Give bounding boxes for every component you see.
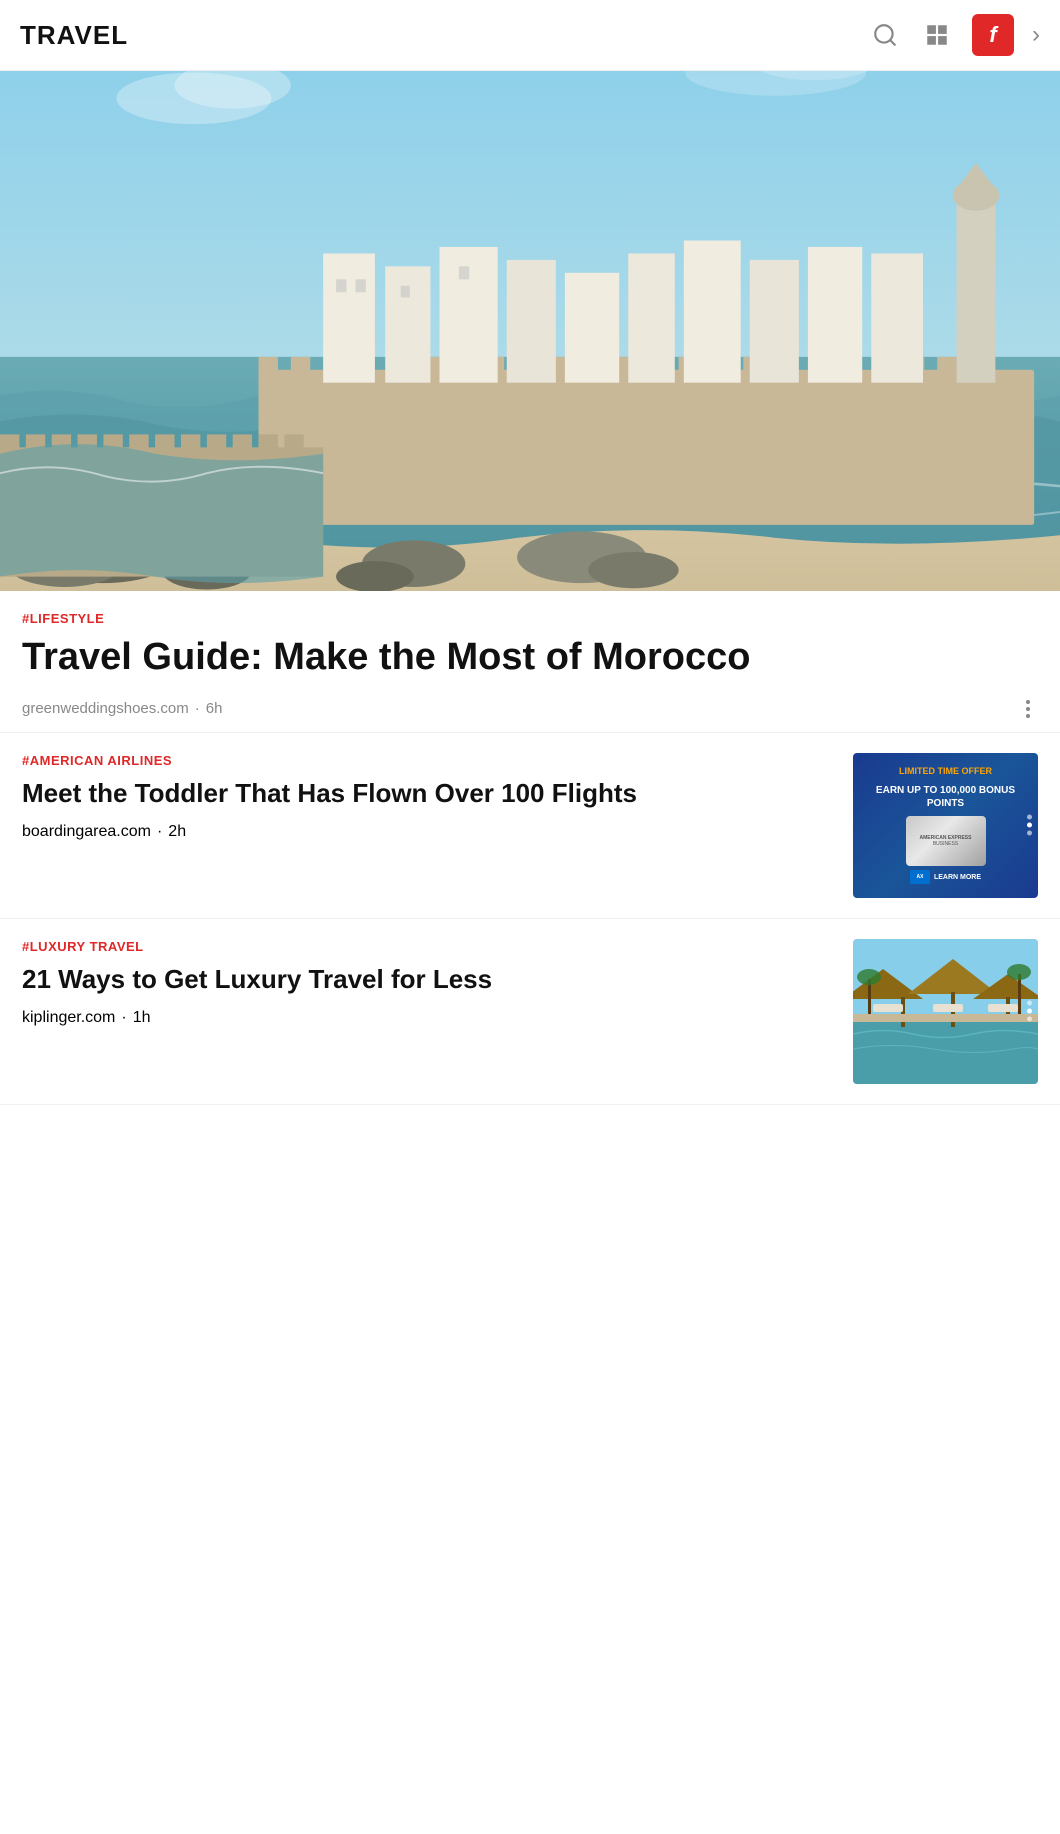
article-meta: greenweddingshoes.com · 6h bbox=[22, 696, 1038, 722]
article-time: 2h bbox=[168, 823, 186, 841]
tag-hash: # bbox=[22, 939, 30, 954]
carousel-dots-luxury bbox=[1027, 1001, 1032, 1022]
article-source-time: boardingarea.com · 2h bbox=[22, 823, 837, 841]
carousel-dot-active bbox=[1027, 1009, 1032, 1014]
carousel-dots bbox=[1027, 815, 1032, 836]
article-luxury[interactable]: #LUXURY TRAVEL 21 Ways to Get Luxury Tra… bbox=[0, 919, 1060, 1105]
grid-button[interactable] bbox=[920, 18, 954, 52]
article-title[interactable]: Travel Guide: Make the Most of Morocco bbox=[22, 636, 1038, 680]
chevron-right-icon[interactable]: › bbox=[1032, 21, 1040, 49]
search-button[interactable] bbox=[868, 18, 902, 52]
article-image-amex[interactable]: LIMITED TIME OFFER EARN UP TO 100,000 BO… bbox=[853, 753, 1038, 898]
article-source: boardingarea.com bbox=[22, 823, 151, 841]
article-time: 1h bbox=[133, 1009, 151, 1027]
article-source-time: kiplinger.com · 1h bbox=[22, 1009, 837, 1027]
article-separator: · bbox=[195, 700, 200, 717]
luxury-illustration bbox=[853, 939, 1038, 1084]
carousel-dot bbox=[1027, 1017, 1032, 1022]
article-tag: #LUXURY TRAVEL bbox=[22, 939, 837, 954]
article-source: greenweddingshoes.com bbox=[22, 700, 189, 717]
article-source-time: greenweddingshoes.com · 6h bbox=[22, 700, 222, 717]
article-airlines[interactable]: #AMERICAN AIRLINES Meet the Toddler That… bbox=[0, 733, 1060, 919]
amex-card-label: AMERICAN EXPRESS BUSINESS bbox=[920, 835, 972, 847]
tag-label: LUXURY TRAVEL bbox=[30, 939, 144, 954]
carousel-dot bbox=[1027, 831, 1032, 836]
search-icon bbox=[872, 22, 898, 48]
article-tag: #AMERICAN AIRLINES bbox=[22, 753, 837, 768]
header: TRAVEL f › bbox=[0, 0, 1060, 71]
carousel-dot-active bbox=[1027, 823, 1032, 828]
carousel-dot bbox=[1027, 1001, 1032, 1006]
amex-offer-label: LIMITED TIME OFFER bbox=[899, 766, 992, 778]
tag-hash: # bbox=[22, 753, 30, 768]
article-separator: · bbox=[157, 823, 162, 841]
dot-icon bbox=[1026, 714, 1030, 718]
tag-hash: # bbox=[22, 611, 30, 626]
tag-label: LIFESTYLE bbox=[30, 611, 105, 626]
amex-card-image: AMERICAN EXPRESS BUSINESS bbox=[906, 816, 986, 866]
carousel-dot bbox=[1027, 815, 1032, 820]
article-image-luxury[interactable] bbox=[853, 939, 1038, 1084]
more-options-button[interactable] bbox=[1018, 696, 1038, 722]
article-time: 6h bbox=[206, 700, 223, 717]
amex-advertisement[interactable]: LIMITED TIME OFFER EARN UP TO 100,000 BO… bbox=[853, 753, 1038, 898]
page-title: TRAVEL bbox=[20, 20, 128, 51]
hero-image[interactable] bbox=[0, 71, 1060, 591]
flipboard-icon: f bbox=[989, 24, 996, 46]
amex-headline: EARN UP TO 100,000 BONUS POINTS bbox=[861, 784, 1030, 810]
article-separator: · bbox=[121, 1009, 126, 1027]
dot-icon bbox=[1026, 707, 1030, 711]
article-title[interactable]: Meet the Toddler That Has Flown Over 100… bbox=[22, 778, 837, 809]
amex-footer: AX LEARN MORE bbox=[910, 870, 981, 884]
article-title[interactable]: 21 Ways to Get Luxury Travel for Less bbox=[22, 964, 837, 995]
article-source: kiplinger.com bbox=[22, 1009, 115, 1027]
hero-illustration bbox=[0, 71, 1060, 591]
grid-icon bbox=[924, 22, 950, 48]
flipboard-button[interactable]: f bbox=[972, 14, 1014, 56]
article-content: #LUXURY TRAVEL 21 Ways to Get Luxury Tra… bbox=[22, 939, 837, 1027]
article-content: #AMERICAN AIRLINES Meet the Toddler That… bbox=[22, 753, 837, 841]
amex-logo: AX bbox=[910, 870, 930, 884]
article-tag: #LIFESTYLE bbox=[22, 611, 1038, 626]
header-icons: f › bbox=[868, 14, 1040, 56]
article-morocco[interactable]: #LIFESTYLE Travel Guide: Make the Most o… bbox=[0, 591, 1060, 733]
tag-label: AMERICAN AIRLINES bbox=[30, 753, 172, 768]
amex-learn-more[interactable]: LEARN MORE bbox=[934, 874, 981, 881]
dot-icon bbox=[1026, 700, 1030, 704]
luxury-travel-image bbox=[853, 939, 1038, 1084]
